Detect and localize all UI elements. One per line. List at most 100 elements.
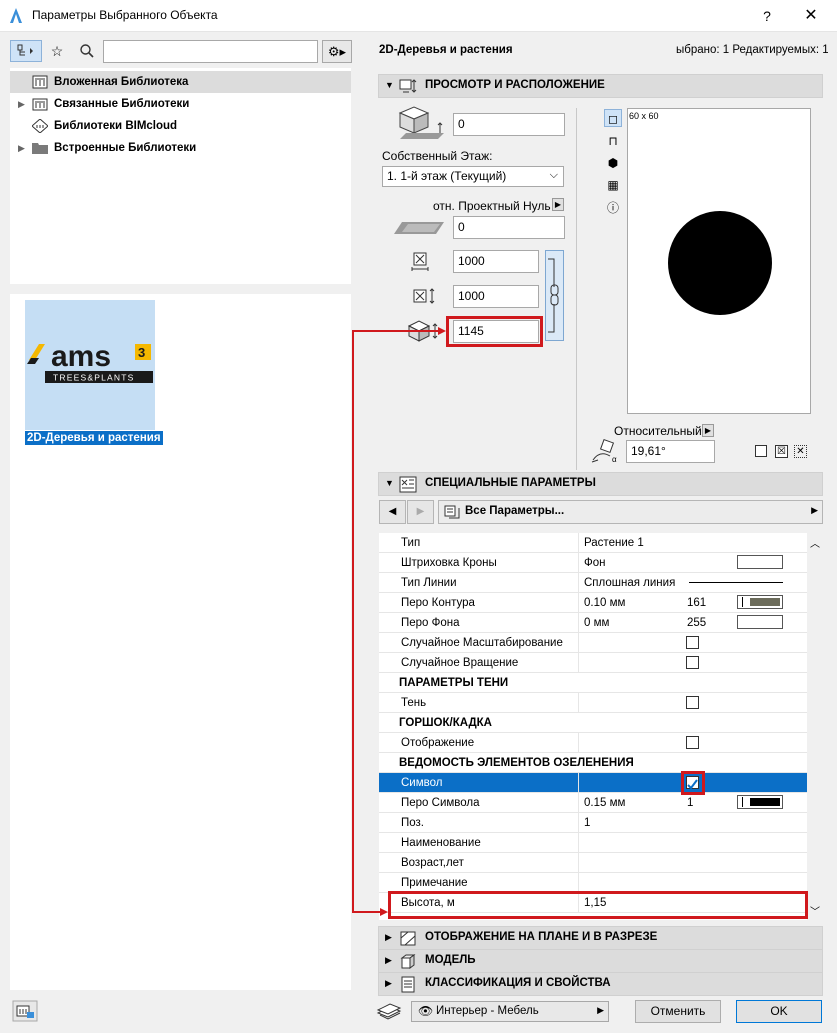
linked-library-icon (32, 98, 48, 111)
film-strip-icon[interactable]: ▦ (604, 176, 622, 194)
symbol-highlight-frame (681, 771, 705, 795)
pen-weight-mark (742, 597, 743, 607)
close-button[interactable]: ✕ (800, 5, 822, 27)
section-model[interactable]: ▶ МОДЕЛЬ (378, 949, 823, 973)
expand-triangle-icon: ▶ (385, 978, 392, 988)
side-view-chair-icon[interactable]: ⊓ (604, 132, 622, 150)
column-divider (578, 633, 579, 653)
home-story-value: 1. 1-й этаж (Текущий) (387, 169, 507, 183)
expand-arrow-icon[interactable]: ▶ (18, 137, 25, 159)
parameter-value[interactable]: Фон (584, 553, 606, 573)
tree-item-embedded-library[interactable]: Вложенная Библиотека (10, 71, 351, 93)
column-divider (578, 693, 579, 713)
favorites-layer-value: Интерьер - Мебель (436, 1005, 539, 1017)
parameter-checkbox[interactable] (686, 696, 699, 709)
parameter-value[interactable]: 0.10 мм (584, 593, 625, 613)
collapse-triangle-icon: ▼ (385, 80, 394, 90)
expand-arrow-icon[interactable]: ▶ (18, 93, 25, 115)
parameter-value[interactable]: 0.15 мм (584, 793, 625, 813)
plan-view-square-icon[interactable]: ◻ (604, 109, 622, 127)
reference-level-input[interactable]: 0 (453, 216, 565, 239)
section-preview-positioning[interactable]: ▼ ПРОСМОТР И РАСПОЛОЖЕНИЕ (378, 74, 823, 98)
relative-menu-arrow-icon[interactable]: ▶ (702, 424, 714, 437)
tree-item-label: Встроенные Библиотеки (54, 142, 197, 154)
help-button[interactable]: ? (756, 5, 778, 27)
library-item-thumbnail[interactable]: ams 3 TREES&PLANTS (25, 300, 155, 430)
offset-input[interactable]: 0 (453, 113, 565, 136)
line-type-sample[interactable] (689, 582, 783, 583)
ams-logo: ams 3 TREES&PLANTS (27, 340, 153, 383)
parameter-extra-value[interactable]: 1 (687, 793, 693, 813)
reference-menu-arrow-icon[interactable]: ▶ (552, 198, 564, 211)
mirror-x-icon[interactable]: ☒ (775, 445, 788, 458)
svg-text:α: α (612, 455, 617, 464)
model-cube-icon (400, 954, 416, 969)
offset-from-story-icon (398, 106, 444, 139)
fill-swatch[interactable] (737, 615, 783, 629)
fill-swatch[interactable] (737, 555, 783, 569)
pen-swatch[interactable] (737, 795, 783, 809)
eye-icon: 👁 (418, 1004, 434, 1018)
3d-view-cube-icon[interactable]: ⬢ (604, 154, 622, 172)
parameter-filter-select[interactable]: Все Параметры... ▶ (438, 500, 823, 524)
parameter-checkbox[interactable] (686, 656, 699, 669)
depth-icon (413, 288, 435, 304)
search-input[interactable] (103, 40, 318, 63)
cancel-button[interactable]: Отменить (635, 1000, 721, 1023)
svg-text:TREES&PLANTS: TREES&PLANTS (53, 373, 134, 383)
section-plan-section-display[interactable]: ▶ ОТОБРАЖЕНИЕ НА ПЛАНЕ И В РАЗРЕЗЕ (378, 926, 823, 950)
layer-stack-icon (376, 1003, 402, 1020)
column-divider (578, 533, 579, 553)
column-divider (578, 793, 579, 813)
favorites-layer-select[interactable]: 👁 Интерьер - Мебель ▶ (411, 1001, 609, 1022)
favorites-star-icon[interactable]: ☆ (42, 40, 72, 62)
pen-swatch[interactable] (737, 595, 783, 609)
info-icon[interactable]: ⓘ (604, 199, 622, 217)
column-divider (578, 573, 579, 593)
ok-button[interactable]: OK (736, 1000, 822, 1023)
column-divider (578, 553, 579, 573)
keep-proportions-chain-button[interactable] (545, 250, 564, 341)
parameter-filter-label: Все Параметры... (465, 505, 565, 517)
column-divider (578, 773, 579, 793)
parameter-value[interactable]: Растение 1 (584, 533, 644, 553)
relative-label: Относительный (614, 424, 702, 438)
column-divider (578, 733, 579, 753)
scroll-up-icon[interactable]: ︿ (810, 535, 820, 550)
section-title: ОТОБРАЖЕНИЕ НА ПЛАНЕ И В РАЗРЕЗЕ (425, 931, 658, 943)
tree-item-linked-libraries[interactable]: ▶ Связанные Библиотеки (10, 93, 351, 115)
width-input[interactable]: 1000 (453, 250, 539, 273)
pen-color-bar (750, 598, 780, 606)
home-story-select[interactable]: 1. 1-й этаж (Текущий) ⌵ (382, 166, 564, 187)
library-item-label[interactable]: 2D-Деревья и растения (25, 431, 163, 445)
parameter-value[interactable]: 0 мм (584, 613, 609, 633)
reference-level-label: отн. Проектный Нуль (433, 199, 551, 213)
preview-size-label: 60 x 60 (629, 111, 659, 121)
scroll-down-icon[interactable]: ﹀ (810, 903, 820, 918)
depth-input[interactable]: 1000 (453, 285, 539, 308)
parameter-scrollbar[interactable]: ︿ ﹀ (807, 533, 823, 920)
column-divider (578, 873, 579, 893)
library-manager-icon[interactable] (12, 1000, 38, 1022)
parameter-extra-value[interactable]: 161 (687, 593, 706, 613)
column-divider (578, 613, 579, 633)
parameter-checkbox[interactable] (686, 736, 699, 749)
mirror-xy-icon[interactable]: ✕ (794, 445, 807, 458)
parameter-value[interactable]: Сплошная линия (584, 573, 675, 593)
parameter-checkbox[interactable] (686, 636, 699, 649)
section-classification-properties[interactable]: ▶ КЛАССИФИКАЦИЯ И СВОЙСТВА (378, 972, 823, 996)
column-divider (578, 813, 579, 833)
mirror-none-icon[interactable] (755, 445, 767, 457)
parameter-value[interactable]: 1 (584, 813, 590, 833)
search-icon[interactable] (72, 40, 102, 62)
annotation-connector-arrows (352, 327, 446, 916)
tree-item-label: Вложенная Библиотека (54, 76, 189, 88)
tree-item-builtin-libraries[interactable]: ▶ Встроенные Библиотеки (10, 137, 351, 159)
tree-item-bimcloud-libraries[interactable]: Библиотеки BIMcloud (10, 115, 351, 137)
library-settings-gear-icon[interactable]: ⚙▸ (322, 40, 352, 63)
column-divider (578, 853, 579, 873)
library-view-button[interactable] (10, 40, 42, 62)
rotation-angle-input[interactable]: 19,61° (626, 440, 715, 463)
plant-symbol-preview (668, 211, 772, 315)
parameter-extra-value[interactable]: 255 (687, 613, 706, 633)
